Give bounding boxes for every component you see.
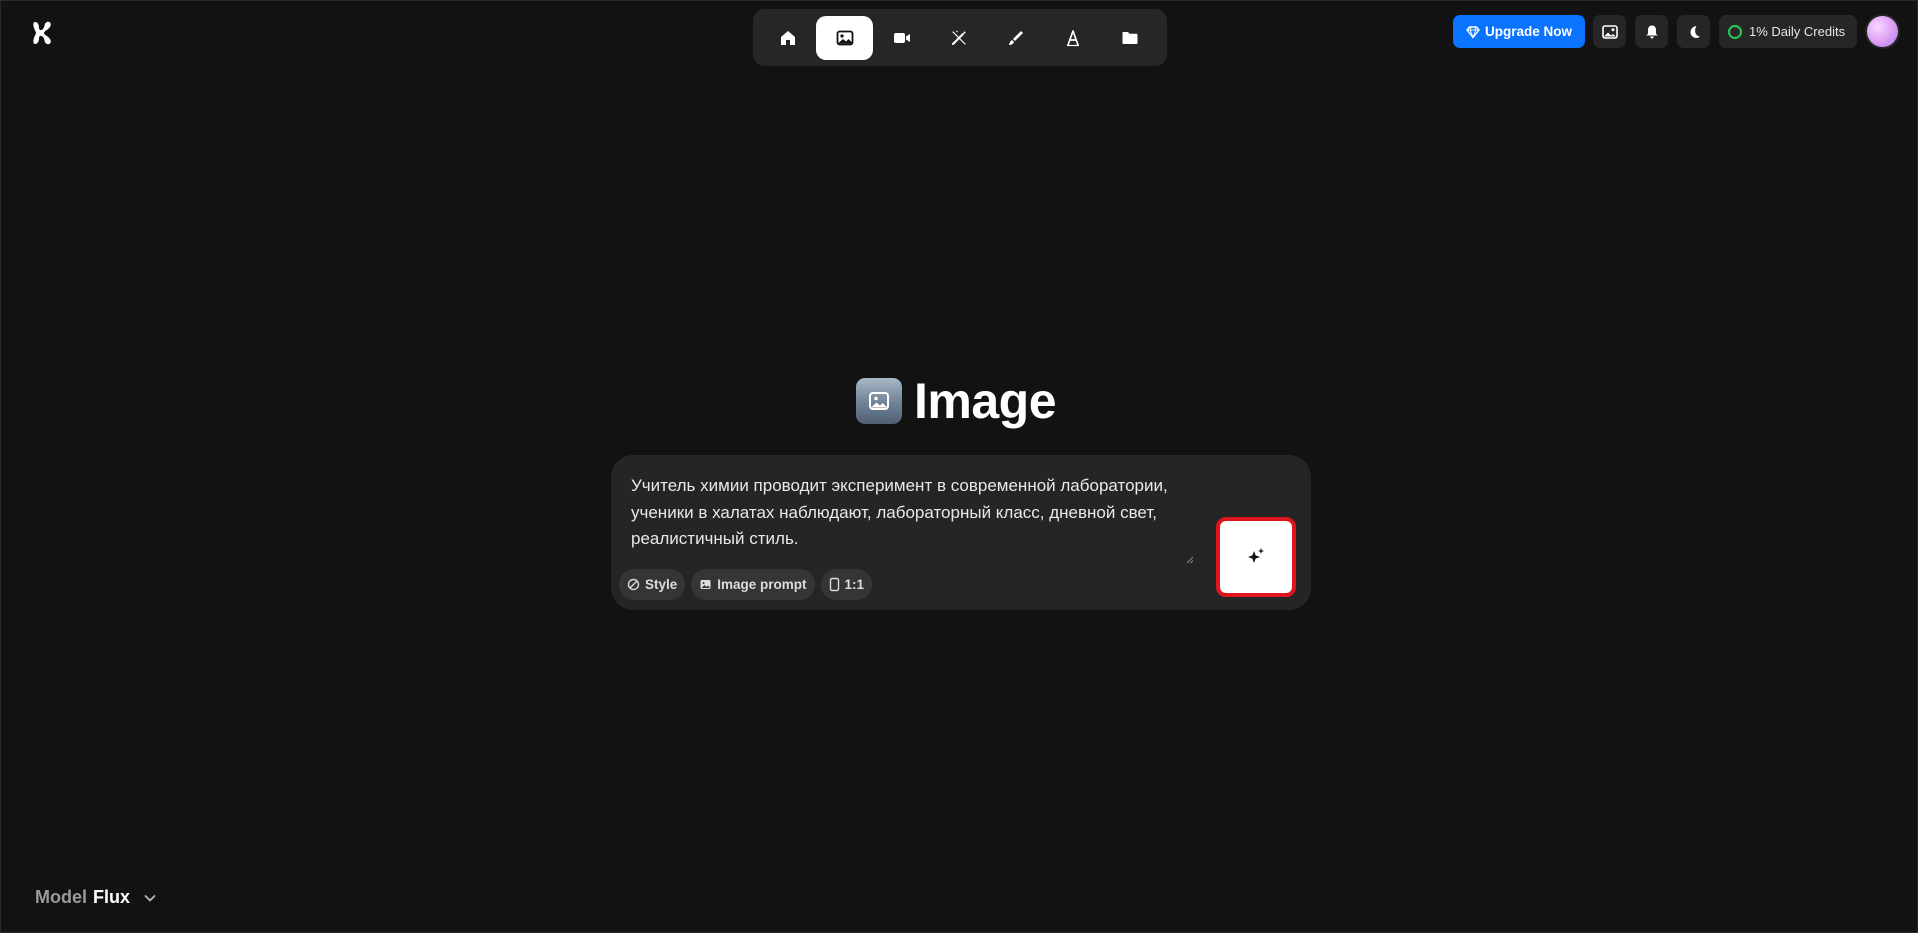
nav-font[interactable] [1044, 16, 1101, 60]
prompt-input[interactable]: Учитель химии проводит эксперимент в сов… [631, 473, 1191, 553]
user-avatar[interactable] [1867, 16, 1898, 47]
model-value: Flux [93, 887, 131, 907]
style-icon [627, 578, 640, 591]
app-logo[interactable] [31, 19, 55, 47]
image-icon [836, 30, 853, 45]
image-prompt-chip[interactable]: Image prompt [691, 569, 815, 600]
notifications-button[interactable] [1635, 15, 1668, 48]
progress-ring-icon [1727, 24, 1743, 39]
model-selector[interactable]: Model Flux [35, 887, 158, 908]
gallery-button[interactable] [1593, 15, 1626, 48]
image-mode-icon [856, 378, 902, 424]
prompt-options: Style Image prompt 1:1 [619, 569, 873, 600]
aspect-ratio-icon [829, 577, 839, 592]
theme-toggle-button[interactable] [1677, 15, 1710, 48]
nav-magic[interactable] [930, 16, 987, 60]
app-window: Upgrade Now 1% Daily Credits Image Учите… [0, 0, 1918, 933]
font-icon [1066, 29, 1079, 46]
credits-label: 1% Daily Credits [1749, 24, 1846, 39]
generate-button[interactable] [1216, 517, 1296, 597]
nav-folder[interactable] [1101, 16, 1158, 60]
upgrade-button[interactable]: Upgrade Now [1453, 15, 1585, 48]
magic-wand-icon [951, 30, 966, 45]
nav-home[interactable] [759, 16, 816, 60]
brush-icon [1008, 30, 1023, 45]
moon-icon [1690, 25, 1700, 38]
bell-icon [1646, 25, 1657, 38]
page-heading: Image [856, 373, 1057, 429]
nav-video[interactable] [873, 16, 930, 60]
style-chip[interactable]: Style [619, 569, 686, 600]
gallery-icon [1601, 24, 1618, 39]
logo-icon [33, 21, 51, 45]
aspect-ratio-chip[interactable]: 1:1 [820, 569, 873, 600]
mode-nav [753, 9, 1167, 66]
diamond-icon [1466, 25, 1480, 39]
sparkle-icon [1248, 548, 1264, 563]
model-label: Model [35, 887, 87, 907]
chevron-down-icon [144, 894, 156, 901]
folder-icon [1122, 31, 1137, 44]
style-chip-label: Style [645, 577, 678, 592]
video-icon [893, 32, 910, 43]
image-upload-icon [700, 580, 711, 589]
resize-handle-icon[interactable] [1186, 556, 1194, 564]
page-title: Image [914, 373, 1057, 429]
home-icon [780, 30, 795, 45]
image-icon [869, 392, 889, 410]
nav-edit[interactable] [987, 16, 1044, 60]
daily-credits[interactable]: 1% Daily Credits [1719, 15, 1857, 48]
aspect-ratio-chip-label: 1:1 [844, 577, 865, 592]
image-prompt-chip-label: Image prompt [717, 577, 807, 592]
nav-image[interactable] [816, 15, 873, 60]
prompt-panel: Учитель химии проводит эксперимент в сов… [611, 455, 1311, 610]
upgrade-label: Upgrade Now [1484, 24, 1572, 39]
